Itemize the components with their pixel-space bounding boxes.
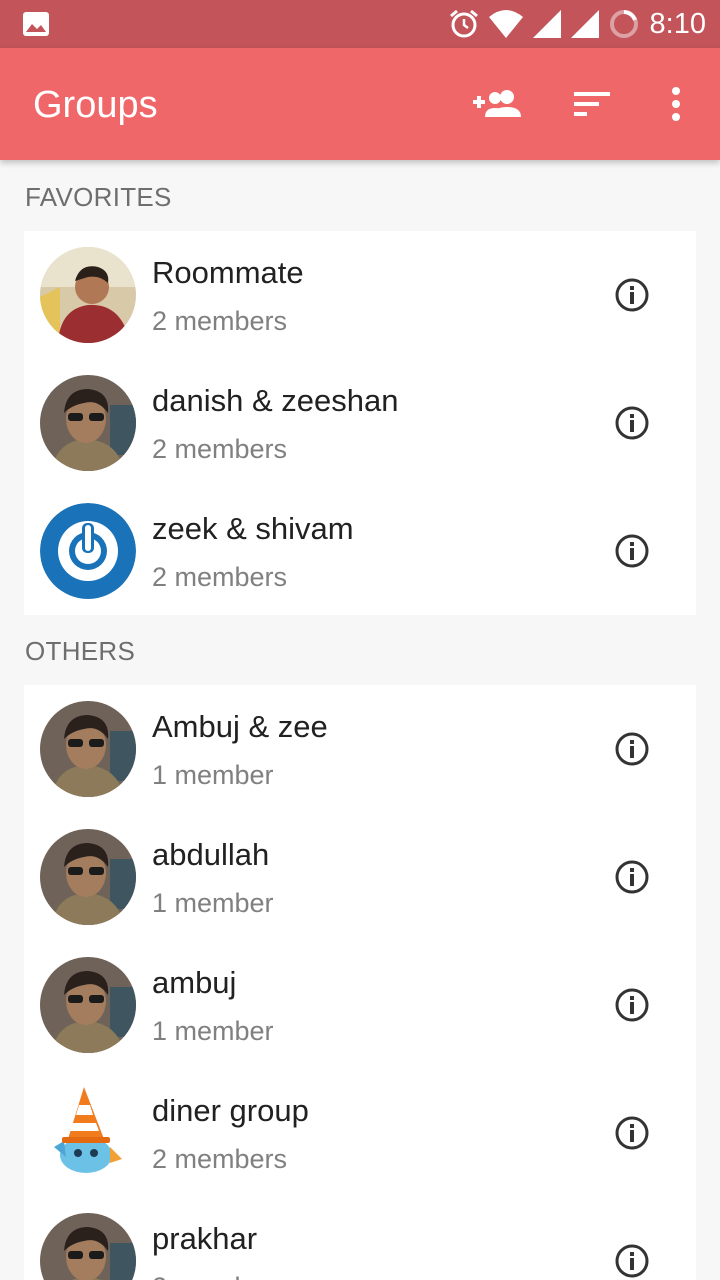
- group-name: danish & zeeshan: [152, 383, 399, 418]
- favorites-list: Roommate 2 members danish & zeeshan 2 me…: [24, 231, 696, 615]
- group-name: abdullah: [152, 837, 270, 872]
- info-icon[interactable]: [614, 1243, 650, 1279]
- info-icon[interactable]: [614, 1115, 650, 1151]
- person-sunglasses-photo-icon: [40, 375, 136, 471]
- group-name: Roommate: [152, 255, 304, 290]
- group-name: diner group: [152, 1093, 309, 1128]
- avatar: [40, 1213, 136, 1280]
- signal-icon-2: [570, 10, 599, 38]
- more-vert-icon: [672, 87, 680, 121]
- group-name: ambuj: [152, 965, 237, 1000]
- info-icon[interactable]: [614, 859, 650, 895]
- list-item[interactable]: abdullah 1 member: [24, 813, 696, 941]
- avatar: [40, 375, 136, 471]
- member-count: 1 member: [152, 1016, 274, 1046]
- page-title: Groups: [33, 84, 158, 126]
- list-item[interactable]: prakhar 2 members: [24, 1197, 696, 1280]
- alarm-icon: [449, 9, 478, 38]
- list-item[interactable]: diner group 2 members: [24, 1069, 696, 1197]
- list-item[interactable]: Ambuj & zee 1 member: [24, 685, 696, 813]
- info-icon[interactable]: [614, 533, 650, 569]
- avatar: [40, 503, 136, 599]
- list-item[interactable]: ambuj 1 member: [24, 941, 696, 1069]
- add-group-button[interactable]: [470, 80, 522, 128]
- person-sunglasses-photo-icon: [40, 1213, 136, 1280]
- status-bar: 8:10: [0, 0, 720, 48]
- list-item[interactable]: zeek & shivam 2 members: [24, 487, 696, 615]
- sort-button[interactable]: [566, 80, 618, 128]
- sort-icon: [574, 92, 610, 116]
- member-count: 2 members: [152, 1272, 287, 1280]
- overflow-menu-button[interactable]: [650, 80, 702, 128]
- power-logo-icon: [40, 503, 136, 599]
- section-header-favorites: FAVORITES: [25, 182, 172, 212]
- info-icon[interactable]: [614, 277, 650, 313]
- group-name: zeek & shivam: [152, 511, 354, 546]
- others-list: Ambuj & zee 1 member abdullah 1 member a…: [24, 685, 696, 1280]
- avatar: [40, 247, 136, 343]
- person-sunglasses-photo-icon: [40, 701, 136, 797]
- member-count: 2 members: [152, 1144, 288, 1174]
- person-sunglasses-photo-icon: [40, 829, 136, 925]
- member-count: 2 members: [152, 434, 288, 464]
- member-count: 2 members: [152, 562, 288, 592]
- info-icon[interactable]: [614, 987, 650, 1023]
- info-icon[interactable]: [614, 405, 650, 441]
- traffic-cone-mascot-icon: [40, 1085, 136, 1181]
- group-name: Ambuj & zee: [152, 709, 328, 744]
- section-header-others: OTHERS: [25, 636, 136, 666]
- image-notification-icon: [23, 12, 49, 36]
- wifi-icon: [488, 10, 523, 38]
- group-add-icon: [473, 90, 521, 117]
- list-item[interactable]: Roommate 2 members: [24, 231, 696, 359]
- member-count: 1 member: [152, 888, 274, 918]
- avatar: [40, 829, 136, 925]
- person-sunglasses-photo-icon: [40, 957, 136, 1053]
- member-count: 2 members: [152, 306, 288, 336]
- clock-time: 8:10: [649, 7, 706, 40]
- avatar: [40, 1085, 136, 1181]
- battery-charging-icon: [609, 10, 638, 38]
- app-bar: Groups: [0, 48, 720, 160]
- avatar: [40, 701, 136, 797]
- group-name: prakhar: [152, 1221, 258, 1256]
- member-count: 1 member: [152, 760, 274, 790]
- info-icon[interactable]: [614, 731, 650, 767]
- avatar: [40, 957, 136, 1053]
- roommate-photo-icon: [40, 247, 136, 343]
- signal-icon: [532, 10, 561, 38]
- list-item[interactable]: danish & zeeshan 2 members: [24, 359, 696, 487]
